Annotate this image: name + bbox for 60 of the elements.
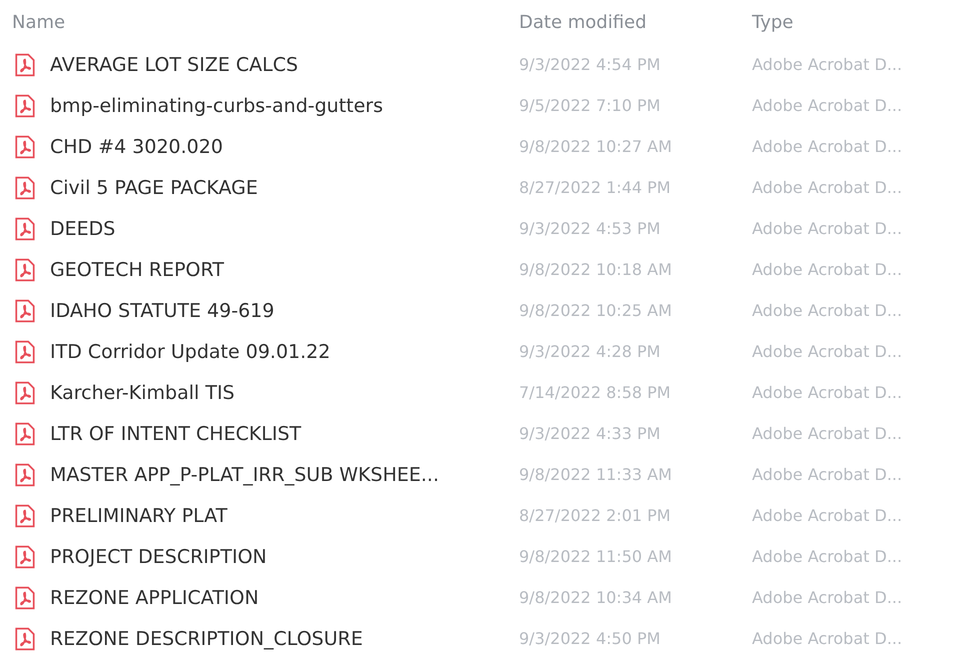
pdf-file-icon [14, 586, 36, 610]
file-name[interactable]: REZONE APPLICATION [50, 586, 259, 608]
file-type: Adobe Acrobat D... [752, 301, 904, 320]
file-name[interactable]: ITD Corridor Update 09.01.22 [50, 340, 330, 362]
date-modified: 9/3/2022 4:54 PM [519, 55, 662, 74]
file-name[interactable]: PROJECT DESCRIPTION [50, 546, 267, 568]
file-type: Adobe Acrobat D... [752, 55, 904, 74]
file-type: Adobe Acrobat D... [752, 424, 904, 443]
date-modified: 9/3/2022 4:28 PM [519, 342, 662, 361]
file-name[interactable]: GEOTECH REPORT [50, 258, 224, 280]
file-type: Adobe Acrobat D... [752, 137, 904, 156]
file-type: Adobe Acrobat D... [752, 96, 904, 115]
pdf-file-icon [14, 258, 36, 282]
date-modified: 9/8/2022 10:25 AM [519, 301, 673, 320]
pdf-file-icon [14, 298, 36, 322]
file-type: Adobe Acrobat D... [752, 506, 904, 525]
date-modified: 7/14/2022 8:58 PM [519, 383, 672, 402]
file-type: Adobe Acrobat D... [752, 342, 904, 361]
file-name[interactable]: Karcher-Kimball TIS [50, 382, 235, 404]
date-modified: 8/27/2022 2:01 PM [519, 506, 672, 525]
date-modified: 9/8/2022 10:34 AM [519, 588, 673, 607]
file-name[interactable]: CHD #4 3020.020 [50, 136, 223, 158]
date-modified: 9/8/2022 10:18 AM [519, 260, 673, 279]
date-modified: 9/3/2022 4:33 PM [519, 424, 662, 443]
file-name[interactable]: PRELIMINARY PLAT [50, 504, 228, 526]
file-name[interactable]: bmp-eliminating-curbs-and-gutters [50, 94, 384, 116]
file-name[interactable]: Civil 5 PAGE PACKAGE [50, 176, 258, 198]
file-type: Adobe Acrobat D... [752, 260, 904, 279]
file-name[interactable]: DEEDS [50, 218, 116, 240]
date-modified: 9/8/2022 11:33 AM [519, 465, 673, 484]
file-name[interactable]: REZONE DESCRIPTION_CLOSURE [50, 628, 363, 650]
date-modified: 9/8/2022 10:27 AM [519, 137, 673, 156]
file-type: Adobe Acrobat D... [752, 465, 904, 484]
pdf-file-icon [14, 94, 36, 118]
file-name[interactable]: IDAHO STATUTE 49-619 [50, 300, 274, 322]
pdf-file-icon [14, 544, 36, 568]
pdf-file-icon [14, 216, 36, 240]
pdf-file-icon [14, 504, 36, 528]
file-type: Adobe Acrobat D... [752, 547, 904, 566]
pdf-file-icon [14, 422, 36, 446]
file-type: Adobe Acrobat D... [752, 219, 904, 238]
date-modified: 9/3/2022 4:50 PM [519, 629, 662, 648]
date-modified: 9/5/2022 7:10 PM [519, 96, 662, 115]
file-type: Adobe Acrobat D... [752, 383, 904, 402]
date-modified: 8/27/2022 1:44 PM [519, 178, 672, 197]
pdf-file-icon [14, 52, 36, 76]
pdf-file-icon [14, 380, 36, 404]
file-type: Adobe Acrobat D... [752, 629, 904, 648]
file-name[interactable]: MASTER APP_P-PLAT_IRR_SUB WKSHEE... [50, 464, 439, 486]
date-modified: 9/3/2022 4:53 PM [519, 219, 662, 238]
file-name[interactable]: AVERAGE LOT SIZE CALCS [50, 54, 298, 76]
pdf-file-icon [14, 340, 36, 364]
pdf-file-icon [14, 134, 36, 158]
pdf-file-icon [14, 626, 36, 650]
pdf-file-icon [14, 176, 36, 200]
file-type: Adobe Acrobat D... [752, 588, 904, 607]
pdf-file-icon [14, 462, 36, 486]
date-modified: 9/8/2022 11:50 AM [519, 547, 673, 566]
file-name[interactable]: LTR OF INTENT CHECKLIST [50, 422, 302, 444]
file-type: Adobe Acrobat D... [752, 178, 904, 197]
